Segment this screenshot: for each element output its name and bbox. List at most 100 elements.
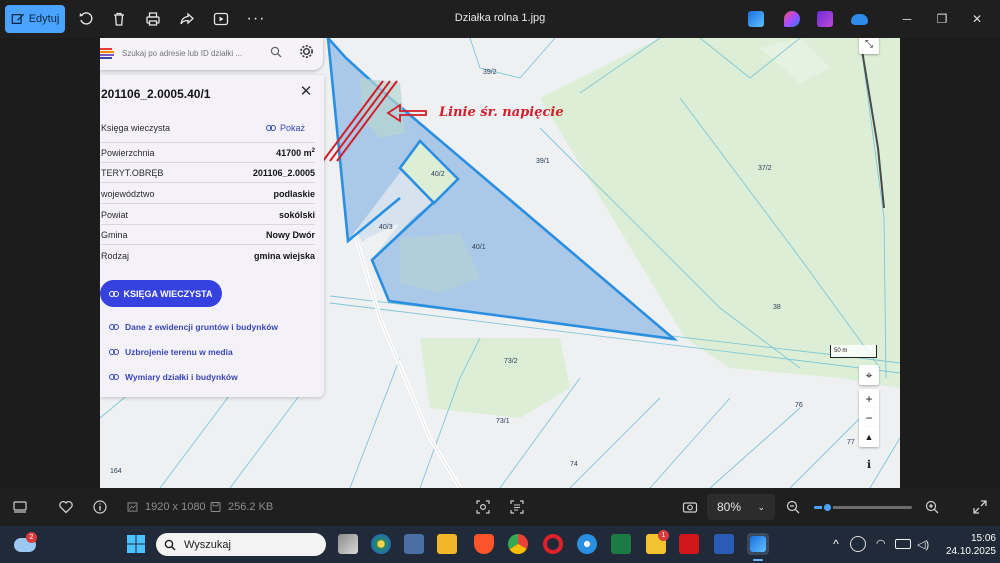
show-hidden-icons-button[interactable]: ^ [826, 534, 846, 554]
volume-icon[interactable]: ◁) [917, 538, 929, 551]
parcel-label: 37/2 [758, 165, 772, 172]
clock-time: 15:06 [970, 533, 996, 544]
gear-icon[interactable] [299, 44, 314, 59]
weather-badge: 2 [26, 532, 37, 543]
onedrive-icon[interactable] [851, 14, 868, 25]
opera-icon[interactable] [543, 534, 563, 554]
utilities-link[interactable]: Uzbrojenie terenu w media [109, 347, 233, 357]
share-button[interactable] [173, 6, 201, 32]
system-clock[interactable]: 15:06 24.10.2025 [936, 532, 996, 558]
land-register-button-label: KSIĘGA WIECZYSTA [123, 288, 213, 299]
info-key: Powierzchnia [101, 148, 155, 158]
fit-to-window-button[interactable] [682, 499, 698, 515]
info-key: województwo [101, 189, 155, 199]
restore-button[interactable]: ❐ [929, 8, 955, 30]
parcel-label: 39/1 [536, 158, 550, 165]
copilot-icon[interactable] [784, 11, 800, 27]
parcel-id-title: 201106_2.0005.40/1 [101, 87, 211, 101]
zoom-out-button[interactable] [785, 499, 801, 515]
visual-search-icon [476, 500, 490, 514]
info-row-teryt: TERYT.OBRĘB 201106_2.0005 [101, 163, 315, 183]
info-value: Nowy Dwór [265, 230, 315, 240]
plus-icon: + [865, 392, 873, 406]
zoom-in-map-button[interactable]: + [859, 389, 879, 409]
link-icon [109, 374, 119, 380]
print-button[interactable] [139, 6, 167, 32]
file-info-button[interactable] [92, 499, 108, 515]
minimize-icon: ─ [902, 12, 912, 26]
reset-north-button[interactable]: ▲ [859, 427, 879, 447]
chrome-icon[interactable] [508, 534, 528, 554]
battery-icon[interactable] [895, 539, 911, 549]
taskbar-search-placeholder: Wyszukaj [184, 538, 231, 551]
map-search-bar [100, 38, 323, 70]
minimize-button[interactable]: ─ [894, 8, 920, 30]
info-key: Księga wieczysta [101, 123, 171, 133]
fullscreen-map-button[interactable]: ⤡ [859, 38, 879, 54]
zoom-level-select[interactable]: 80% ⌄ [707, 494, 775, 520]
link-label: Dane z ewidencji gruntów i budynków [125, 322, 279, 332]
locate-me-button[interactable]: ⌖ [859, 365, 879, 385]
info-value: sokólski [278, 210, 315, 220]
calculator-icon[interactable] [404, 534, 424, 554]
map-info-button[interactable]: ℹ [861, 456, 877, 472]
dimensions-link[interactable]: Wymiary działki i budynków [109, 372, 238, 382]
rotate-button[interactable] [72, 6, 100, 32]
file-explorer-icon[interactable] [437, 534, 457, 554]
widgets-icon[interactable] [371, 534, 391, 554]
search-icon[interactable] [270, 46, 282, 58]
rotate-icon [79, 12, 93, 25]
brave-browser-icon[interactable] [474, 534, 494, 554]
photos-app-icon[interactable] [748, 11, 764, 27]
link-icon [265, 125, 276, 131]
edit-button[interactable]: Edytuj [5, 5, 65, 33]
slideshow-button[interactable] [207, 6, 235, 32]
fullscreen-button[interactable] [972, 499, 988, 515]
info-icon: ℹ [866, 458, 872, 471]
parcel-label: 76 [795, 402, 803, 409]
delete-button[interactable] [105, 6, 133, 32]
image-viewer[interactable]: 39/2 39/1 37/2 40/2 40/3 40/1 38 73/2 76… [0, 38, 1000, 488]
wifi-icon[interactable]: ◠ [876, 537, 890, 551]
parcel-label: 40/2 [431, 171, 445, 178]
zoom-in-button[interactable] [924, 499, 940, 515]
show-land-register-link[interactable]: Pokaż [265, 123, 305, 133]
visual-search-button[interactable] [475, 499, 491, 515]
info-row-area: Powierzchnia 41700 m2 [101, 142, 315, 163]
edit-button-label: Edytuj [28, 13, 60, 25]
link-icon [109, 324, 119, 330]
close-panel-button[interactable]: ✕ [299, 84, 313, 99]
edit-image-icon [11, 13, 24, 24]
app-logo-icon [100, 48, 114, 59]
clipchamp-icon[interactable] [817, 11, 833, 27]
excel-icon[interactable] [611, 534, 631, 554]
zoom-slider-thumb[interactable] [822, 502, 833, 513]
sync-icon[interactable] [850, 536, 866, 552]
camera-icon [682, 502, 698, 513]
land-records-link[interactable]: Dane z ewidencji gruntów i budynków [109, 322, 278, 332]
zoom-out-icon [786, 500, 800, 514]
parcel-label: 40/3 [379, 224, 393, 231]
pdf-reader-icon[interactable] [679, 534, 699, 554]
title-bar: Edytuj ··· Działka rolna 1.jpg ─ ❐ ✕ [0, 0, 1000, 38]
favorite-button[interactable] [58, 499, 74, 515]
filmstrip-button[interactable] [12, 499, 28, 515]
close-window-button[interactable]: ✕ [964, 8, 990, 30]
viewer-status-bar: 1920 x 1080 256.2 KB 80% ⌄ [0, 488, 1000, 526]
word-icon[interactable] [714, 534, 734, 554]
signal-icon[interactable] [577, 534, 597, 554]
info-key: Powiat [101, 210, 129, 220]
show-link-label: Pokaż [279, 123, 305, 133]
more-options-button[interactable]: ··· [242, 6, 270, 32]
copy-text-button[interactable] [509, 499, 525, 515]
zoom-out-map-button[interactable]: − [859, 408, 879, 428]
info-row-voivodeship: województwo podlaskie [101, 184, 315, 204]
info-row-commune: Gmina Nowy Dwór [101, 225, 315, 245]
map-search-input[interactable] [122, 45, 262, 62]
land-register-button[interactable]: KSIĘGA WIECZYSTA [100, 280, 222, 307]
windows-logo-icon [127, 535, 145, 553]
task-view-icon[interactable] [338, 534, 358, 554]
taskbar-search[interactable]: Wyszukaj [156, 533, 326, 556]
start-button[interactable] [126, 534, 146, 554]
zoom-level-value: 80% [717, 500, 742, 514]
